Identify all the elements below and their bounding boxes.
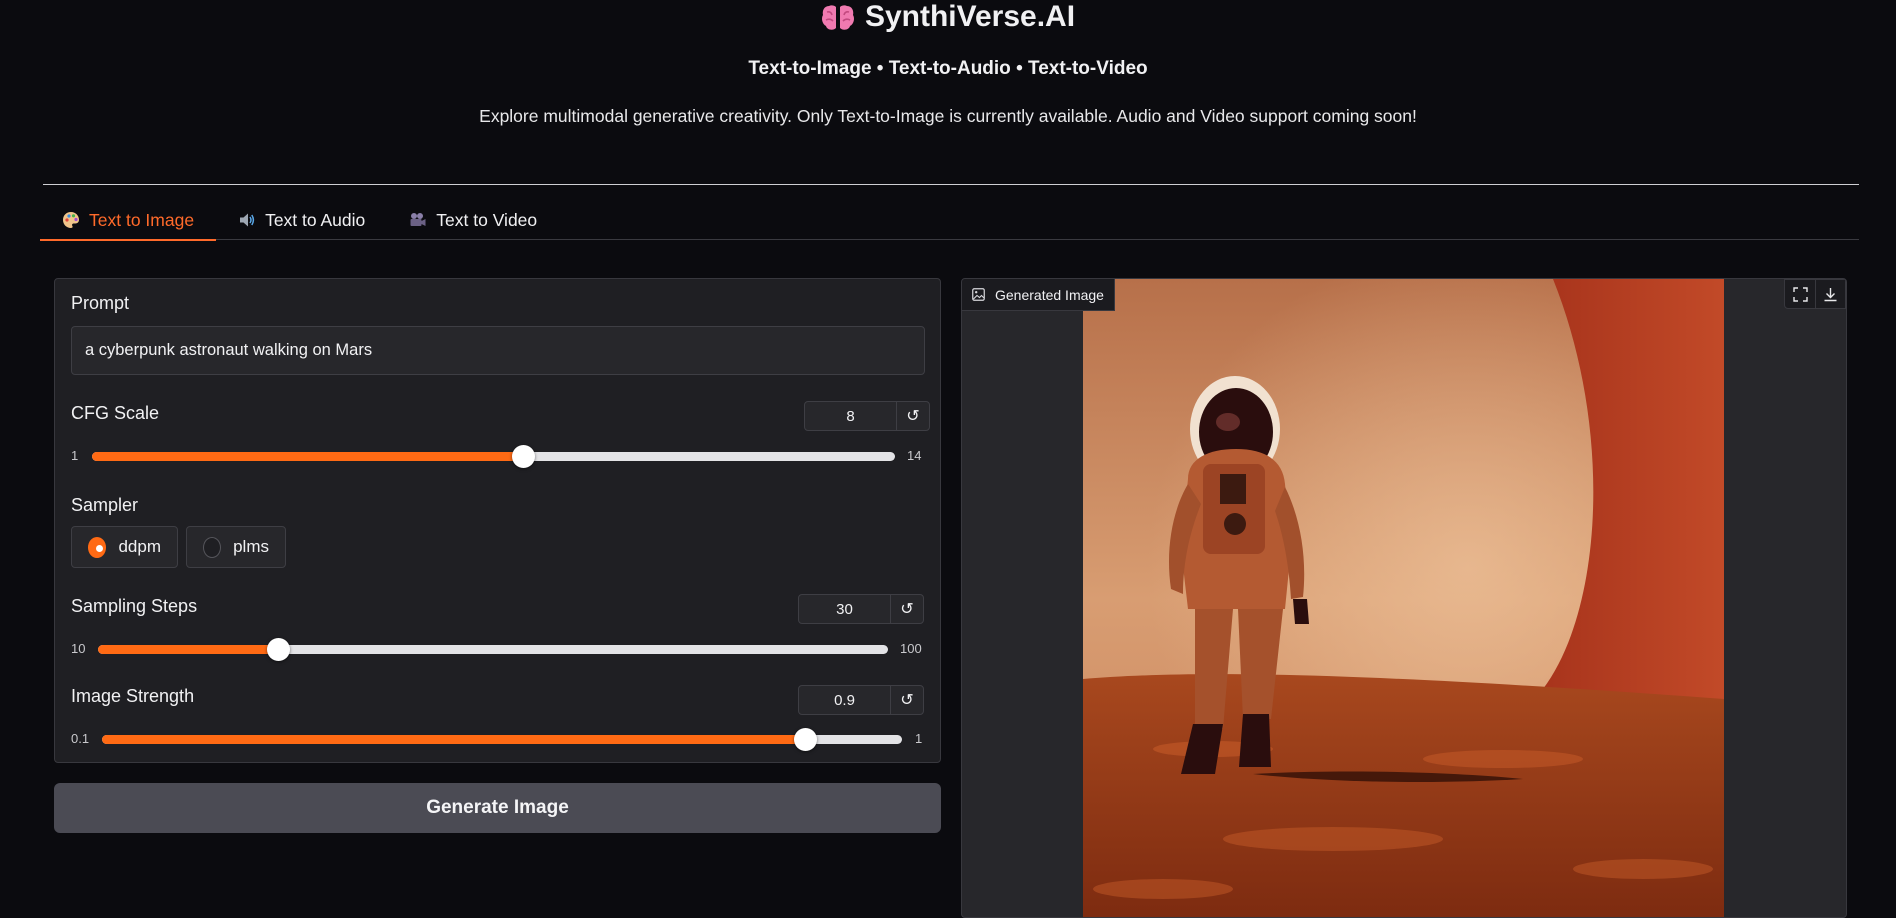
tab-text-to-image[interactable]: Text to Image — [40, 200, 217, 241]
slider-fill — [102, 735, 805, 744]
mode-tabs: Text to Image Text to Audio Text to Vide… — [40, 200, 1859, 241]
sampling-steps-min: 10 — [71, 641, 86, 656]
radio-dot — [88, 536, 107, 558]
sampling-steps-number: ↺ — [798, 594, 924, 624]
generated-image — [1083, 279, 1724, 917]
slider-fill — [92, 452, 523, 461]
app-title-text: SynthiVerse.AI — [864, 0, 1076, 33]
sampling-steps-label: Sampling Steps — [71, 596, 198, 616]
image-strength-number: ↺ — [798, 685, 924, 715]
radio-dot — [203, 536, 222, 558]
slider-fill — [98, 645, 278, 654]
download-icon — [1824, 287, 1837, 301]
app-title: SynthiVerse.AI — [0, 0, 1896, 34]
palette-icon — [63, 212, 79, 228]
download-button[interactable] — [1815, 280, 1845, 308]
camera-icon — [410, 213, 426, 226]
image-strength-slider[interactable] — [102, 728, 902, 751]
image-toolbar — [1784, 279, 1846, 309]
radio-label: ddpm — [118, 537, 161, 556]
brain-icon — [821, 5, 854, 30]
app-description: Explore multimodal generative creativity… — [479, 106, 1417, 126]
tab-label: Text to Video — [436, 209, 538, 230]
sampler-option-ddpm[interactable]: ddpm — [71, 526, 178, 568]
cfg-scale-max: 14 — [907, 448, 922, 463]
tab-label: Text to Audio — [265, 209, 366, 230]
sampling-steps-input[interactable] — [799, 595, 891, 623]
tab-text-to-audio[interactable]: Text to Audio — [216, 200, 387, 240]
slider-thumb[interactable] — [794, 728, 817, 751]
image-strength-max: 1 — [915, 731, 923, 746]
app-subtitle: Text-to-Image • Text-to-Audio • Text-to-… — [748, 58, 1148, 79]
tab-text-to-video[interactable]: Text to Video — [387, 200, 559, 240]
prompt-input[interactable] — [71, 326, 925, 375]
cfg-scale-min: 1 — [71, 448, 79, 463]
fullscreen-icon — [1792, 286, 1808, 302]
generate-image-button[interactable]: Generate Image — [54, 783, 941, 833]
radio-label: plms — [233, 537, 269, 556]
fullscreen-button[interactable] — [1785, 280, 1815, 308]
image-strength-label: Image Strength — [71, 686, 195, 706]
output-panel: Generated Image — [961, 278, 1847, 918]
cfg-scale-input[interactable] — [805, 402, 897, 430]
reset-icon[interactable]: ↺ — [891, 686, 923, 714]
generated-image-label: Generated Image — [962, 279, 1115, 311]
cfg-scale-number: ↺ — [804, 401, 930, 431]
reset-icon[interactable]: ↺ — [897, 402, 929, 430]
sampling-steps-slider[interactable] — [98, 638, 888, 661]
tab-label: Text to Image — [89, 209, 195, 230]
reset-icon[interactable]: ↺ — [891, 595, 923, 623]
image-strength-input[interactable] — [799, 686, 891, 714]
sampler-label: Sampler — [71, 495, 139, 515]
controls-panel: Prompt CFG Scale ↺ 1 14 Sampler ddpm plm… — [54, 278, 941, 763]
slider-thumb[interactable] — [267, 638, 290, 661]
image-strength-min: 0.1 — [71, 731, 90, 746]
prompt-label: Prompt — [71, 293, 130, 313]
cfg-scale-label: CFG Scale — [71, 403, 160, 423]
slider-thumb[interactable] — [512, 445, 535, 468]
image-icon — [972, 288, 985, 301]
cfg-scale-slider[interactable] — [92, 445, 895, 468]
header-divider — [43, 184, 1859, 185]
sampler-option-plms[interactable]: plms — [186, 526, 286, 568]
generated-image-label-text: Generated Image — [995, 286, 1104, 303]
speaker-icon — [240, 213, 255, 227]
sampling-steps-max: 100 — [900, 641, 922, 656]
